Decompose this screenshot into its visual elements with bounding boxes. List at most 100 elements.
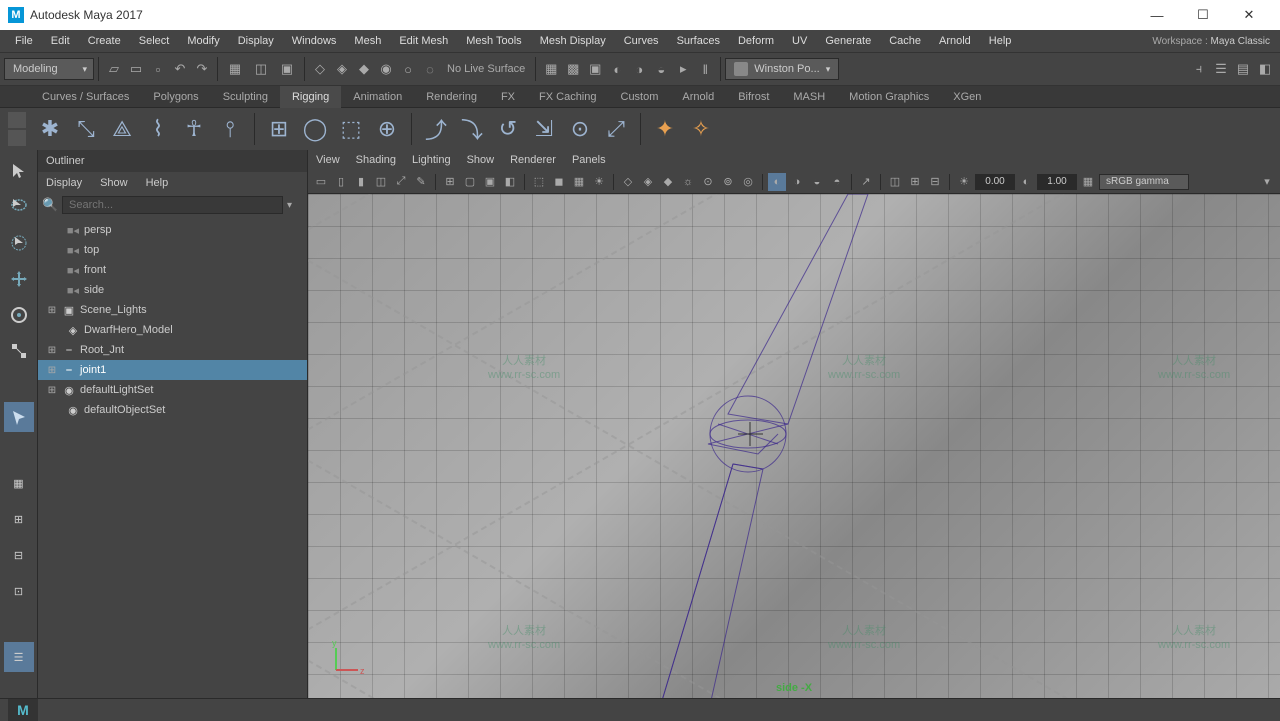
joint-tool-icon[interactable]: ✱ — [34, 113, 66, 145]
snap-grid-icon[interactable]: ◇ — [310, 59, 330, 79]
outliner-item-defaultlightset[interactable]: ⊞◉defaultLightSet — [38, 380, 307, 400]
vcolor-icon[interactable]: ▦ — [1079, 173, 1097, 191]
viewport-menu-panels[interactable]: Panels — [572, 154, 606, 166]
vdof-icon[interactable]: ◎ — [739, 173, 757, 191]
quick-rig-icon[interactable]: ✦ — [649, 113, 681, 145]
menu-edit[interactable]: Edit — [42, 35, 79, 47]
search-options-icon[interactable]: ▾ — [287, 200, 303, 211]
vmotion-blur-icon[interactable]: ⊚ — [719, 173, 737, 191]
menu-mesh[interactable]: Mesh — [345, 35, 390, 47]
vreflections-icon[interactable]: ◑ — [788, 173, 806, 191]
shelf-tab-custom[interactable]: Custom — [609, 86, 671, 108]
paint-select-icon[interactable]: ▣ — [275, 59, 299, 79]
snap-view-icon[interactable]: ◌ — [420, 59, 440, 79]
attr-toggle-icon[interactable]: ▤ — [1233, 59, 1253, 79]
outliner-item-side[interactable]: ■◂side — [38, 280, 307, 300]
v2d-pan-icon[interactable]: ⤢ — [392, 173, 410, 191]
outliner-item-front[interactable]: ■◂front — [38, 260, 307, 280]
menu-file[interactable]: File — [6, 35, 42, 47]
light-editor-icon[interactable]: ◒ — [651, 59, 671, 79]
shelf-tab-fx[interactable]: FX — [489, 86, 527, 108]
vfilm-gate-icon[interactable]: ▢ — [461, 173, 479, 191]
constraint-parent-icon[interactable]: ⤴ — [420, 113, 452, 145]
vimage-plane-icon[interactable]: ◫ — [372, 173, 390, 191]
vgamma-reset-icon[interactable]: ◐ — [1017, 173, 1035, 191]
snap-point-icon[interactable]: ◆ — [354, 59, 374, 79]
outliner-item-rootjnt[interactable]: ⊞⎯Root_Jnt — [38, 340, 307, 360]
viewport-menu-shading[interactable]: Shading — [356, 154, 396, 166]
constraint-aim-icon[interactable]: ⊙ — [564, 113, 596, 145]
menu-display[interactable]: Display — [229, 35, 283, 47]
close-button[interactable]: ✕ — [1226, 0, 1272, 30]
last-tool-icon[interactable] — [4, 402, 34, 432]
menu-help[interactable]: Help — [980, 35, 1021, 47]
menu-select[interactable]: Select — [130, 35, 179, 47]
select-tool-icon[interactable] — [4, 156, 34, 186]
viewport-menu-show[interactable]: Show — [467, 154, 495, 166]
shelf-tab-rigging[interactable]: Rigging — [280, 86, 341, 108]
expand-icon[interactable]: ⊞ — [46, 365, 58, 376]
constraint-point-icon[interactable]: ⤵ — [456, 113, 488, 145]
snap-live-icon[interactable]: ○ — [398, 59, 418, 79]
vcam-select-icon[interactable]: ▭ — [312, 173, 330, 191]
outliner-menu-help[interactable]: Help — [146, 177, 169, 189]
outliner-item-joint1[interactable]: ⊞⎯joint1 — [38, 360, 307, 380]
outliner-menu-show[interactable]: Show — [100, 177, 128, 189]
menu-meshtools[interactable]: Mesh Tools — [457, 35, 530, 47]
paint-tool-icon[interactable] — [4, 228, 34, 258]
vgrid-icon[interactable]: ⊞ — [441, 173, 459, 191]
cluster-icon[interactable]: ◯ — [299, 113, 331, 145]
menu-arnold[interactable]: Arnold — [930, 35, 980, 47]
snap-curve-icon[interactable]: ◈ — [332, 59, 352, 79]
account-dropdown[interactable]: Winston Po... ▾ — [725, 58, 839, 80]
menu-create[interactable]: Create — [79, 35, 130, 47]
vxray-joints-icon[interactable]: ◆ — [659, 173, 677, 191]
wire-icon[interactable]: ⬚ — [335, 113, 367, 145]
vlayout1-icon[interactable]: ◫ — [886, 173, 904, 191]
wrap-icon[interactable]: ⊕ — [371, 113, 403, 145]
shelf-tab-motiongraphics[interactable]: Motion Graphics — [837, 86, 941, 108]
menu-set-dropdown[interactable]: Modeling — [4, 58, 94, 80]
four-pane-icon[interactable]: ⊞ — [4, 504, 34, 534]
vexposure-icon[interactable]: ☼ — [679, 173, 697, 191]
shelf-tab-bifrost[interactable]: Bifrost — [726, 86, 781, 108]
scale-tool-icon[interactable] — [4, 336, 34, 366]
lattice-icon[interactable]: ⊞ — [263, 113, 295, 145]
save-scene-icon[interactable]: ▫ — [148, 59, 168, 79]
shelf-tab-arnold[interactable]: Arnold — [670, 86, 726, 108]
shelf-tab-rendering[interactable]: Rendering — [414, 86, 489, 108]
gamma-value[interactable]: 1.00 — [1037, 174, 1077, 190]
expand-icon[interactable]: ⊞ — [46, 305, 58, 316]
workspace-value[interactable]: Maya Classic — [1211, 36, 1270, 47]
shelf-tab-sculpting[interactable]: Sculpting — [211, 86, 280, 108]
shelf-options-icon[interactable] — [8, 130, 26, 146]
new-scene-icon[interactable]: ▱ — [104, 59, 124, 79]
single-pane-icon[interactable]: ▦ — [4, 468, 34, 498]
vshaded-icon[interactable]: ◼ — [550, 173, 568, 191]
menu-editmesh[interactable]: Edit Mesh — [390, 35, 457, 47]
lasso-tool-icon[interactable] — [4, 192, 34, 222]
playblast-icon[interactable]: ▸ — [673, 59, 693, 79]
shelf-menu-icon[interactable] — [8, 112, 26, 128]
shelf-tab-curves[interactable]: Curves / Surfaces — [30, 86, 141, 108]
three-pane-icon[interactable]: ⊡ — [4, 576, 34, 606]
exposure-value[interactable]: 0.00 — [975, 174, 1015, 190]
expand-icon[interactable]: ⊞ — [46, 345, 58, 356]
render-view-icon[interactable]: ◑ — [629, 59, 649, 79]
outliner-item-dwarfhero[interactable]: ◈DwarfHero_Model — [38, 320, 307, 340]
vcam-lock-icon[interactable]: ▯ — [332, 173, 350, 191]
undo-icon[interactable]: ↶ — [170, 59, 190, 79]
control-rig-icon[interactable]: ✧ — [685, 113, 717, 145]
constraint-orient-icon[interactable]: ↺ — [492, 113, 524, 145]
vlayout2-icon[interactable]: ⊞ — [906, 173, 924, 191]
minimize-button[interactable]: — — [1134, 0, 1180, 30]
outliner-menu-display[interactable]: Display — [46, 177, 82, 189]
visolate-icon[interactable]: ◇ — [619, 173, 637, 191]
menu-uv[interactable]: UV — [783, 35, 816, 47]
menu-curves[interactable]: Curves — [615, 35, 668, 47]
vgrease-icon[interactable]: ✎ — [412, 173, 430, 191]
constraint-scale-icon[interactable]: ⇲ — [528, 113, 560, 145]
tool-toggle-icon[interactable]: ◧ — [1255, 59, 1275, 79]
vssao-icon[interactable]: ◒ — [808, 173, 826, 191]
vlayout3-icon[interactable]: ⊟ — [926, 173, 944, 191]
